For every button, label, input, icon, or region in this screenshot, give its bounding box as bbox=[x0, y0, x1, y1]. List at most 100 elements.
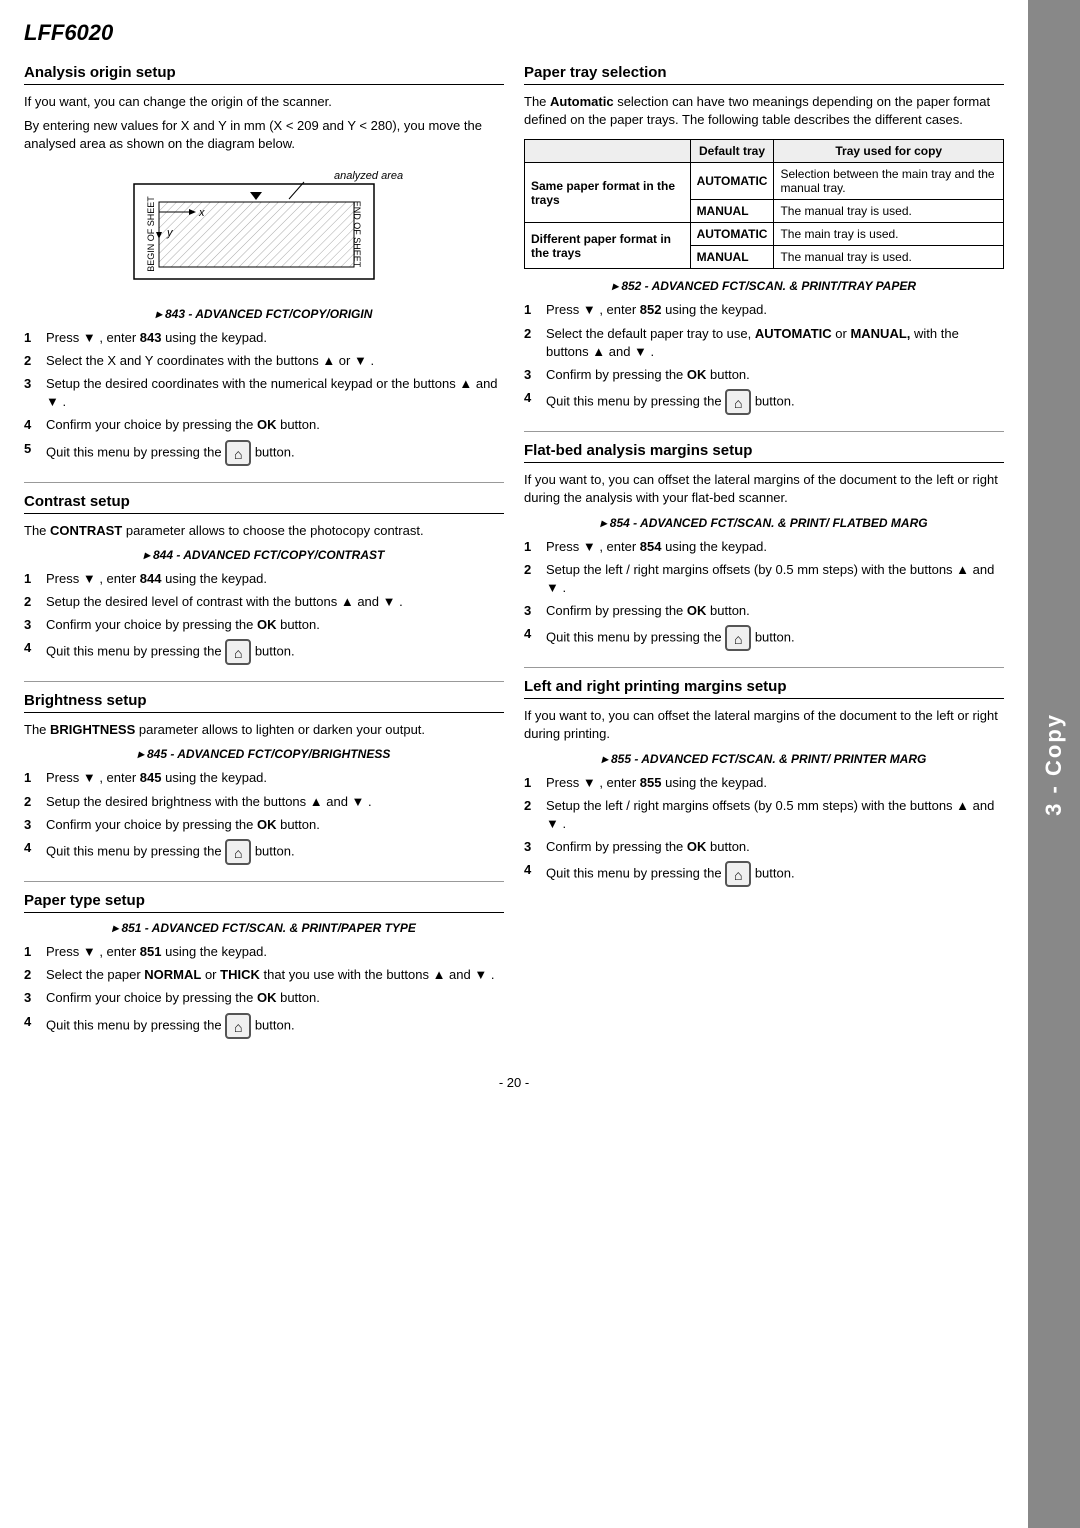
paper-type-title: Paper type setup bbox=[24, 892, 504, 913]
page-number: - 20 - bbox=[24, 1075, 1004, 1090]
step-item: 4 Quit this menu by pressing the ⌂ butto… bbox=[24, 839, 504, 865]
section-paper-type: Paper type setup 851 - ADVANCED FCT/SCAN… bbox=[24, 892, 504, 1039]
table-row: Different paper format in the trays AUTO… bbox=[525, 223, 1004, 246]
divider bbox=[24, 681, 504, 682]
code-ref-852: 852 - ADVANCED FCT/SCAN. & PRINT/TRAY PA… bbox=[524, 279, 1004, 293]
step-item: 2 Setup the desired brightness with the … bbox=[24, 793, 504, 811]
contrast-steps: 1 Press ▼ , enter 844 using the keypad. … bbox=[24, 570, 504, 666]
contrast-intro: The CONTRAST parameter allows to choose … bbox=[24, 522, 504, 540]
paper-type-steps: 1 Press ▼ , enter 851 using the keypad. … bbox=[24, 943, 504, 1039]
left-column: Analysis origin setup If you want, you c… bbox=[24, 64, 504, 1055]
svg-text:BEGIN OF SHEET: BEGIN OF SHEET bbox=[146, 195, 156, 271]
cell-manual1-desc: The manual tray is used. bbox=[774, 200, 1004, 223]
section-paper-tray: Paper tray selection The Automatic selec… bbox=[524, 64, 1004, 415]
left-right-title: Left and right printing margins setup bbox=[524, 678, 1004, 699]
sidebar-label: 3 - Copy bbox=[1041, 713, 1067, 816]
step-item: 4 Quit this menu by pressing the ⌂ butto… bbox=[524, 625, 1004, 651]
code-ref-854: 854 - ADVANCED FCT/SCAN. & PRINT/ FLATBE… bbox=[524, 516, 1004, 530]
step-item: 3 Confirm by pressing the OK button. bbox=[524, 366, 1004, 384]
tray-table: Default tray Tray used for copy Same pap… bbox=[524, 139, 1004, 269]
svg-text:END OF SHEET: END OF SHEET bbox=[352, 200, 362, 267]
step-item: 5 Quit this menu by pressing the ⌂ butto… bbox=[24, 440, 504, 466]
diagram-svg: analyzed area bbox=[104, 164, 424, 294]
analysis-origin-steps: 1 Press ▼ , enter 843 using the keypad. … bbox=[24, 329, 504, 466]
step-item: 1 Press ▼ , enter 854 using the keypad. bbox=[524, 538, 1004, 556]
step-item: 1 Press ▼ , enter 851 using the keypad. bbox=[24, 943, 504, 961]
step-item: 1 Press ▼ , enter 844 using the keypad. bbox=[24, 570, 504, 588]
section-brightness: Brightness setup The BRIGHTNESS paramete… bbox=[24, 692, 504, 865]
divider bbox=[524, 667, 1004, 668]
page-container: 3 - Copy LFF6020 Analysis origin setup I… bbox=[0, 0, 1080, 1528]
cell-auto2-desc: The main tray is used. bbox=[774, 223, 1004, 246]
step-item: 1 Press ▼ , enter 843 using the keypad. bbox=[24, 329, 504, 347]
step-item: 1 Press ▼ , enter 852 using the keypad. bbox=[524, 301, 1004, 319]
table-header-default: Default tray bbox=[690, 140, 774, 163]
cell-auto1: AUTOMATIC bbox=[690, 163, 774, 200]
step-item: 1 Press ▼ , enter 855 using the keypad. bbox=[524, 774, 1004, 792]
code-ref-844: 844 - ADVANCED FCT/COPY/CONTRAST bbox=[24, 548, 504, 562]
analysis-diagram: analyzed area bbox=[24, 164, 504, 297]
step-item: 3 Confirm your choice by pressing the OK… bbox=[24, 989, 504, 1007]
left-right-intro: If you want to, you can offset the later… bbox=[524, 707, 1004, 743]
sidebar-tab: 3 - Copy bbox=[1028, 0, 1080, 1528]
code-ref-851: 851 - ADVANCED FCT/SCAN. & PRINT/PAPER T… bbox=[24, 921, 504, 935]
cell-manual2-desc: The manual tray is used. bbox=[774, 246, 1004, 269]
analysis-origin-intro1: If you want, you can change the origin o… bbox=[24, 93, 504, 111]
divider bbox=[24, 881, 504, 882]
svg-text:analyzed area: analyzed area bbox=[334, 170, 403, 182]
divider bbox=[524, 431, 1004, 432]
page-title: LFF6020 bbox=[24, 20, 1004, 46]
table-row: Same paper format in the trays AUTOMATIC… bbox=[525, 163, 1004, 200]
step-item: 4 Quit this menu by pressing the ⌂ butto… bbox=[524, 389, 1004, 415]
flatbed-title: Flat-bed analysis margins setup bbox=[524, 442, 1004, 463]
step-item: 4 Quit this menu by pressing the ⌂ butto… bbox=[24, 1013, 504, 1039]
analysis-origin-title: Analysis origin setup bbox=[24, 64, 504, 85]
cell-manual1: MANUAL bbox=[690, 200, 774, 223]
section-analysis-origin: Analysis origin setup If you want, you c… bbox=[24, 64, 504, 466]
code-ref-843: 843 - ADVANCED FCT/COPY/ORIGIN bbox=[24, 307, 504, 321]
step-item: 2 Setup the desired level of contrast wi… bbox=[24, 593, 504, 611]
step-item: 2 Select the paper NORMAL or THICK that … bbox=[24, 966, 504, 984]
contrast-title: Contrast setup bbox=[24, 493, 504, 514]
section-contrast: Contrast setup The CONTRAST parameter al… bbox=[24, 493, 504, 666]
brightness-intro: The BRIGHTNESS parameter allows to light… bbox=[24, 721, 504, 739]
brightness-steps: 1 Press ▼ , enter 845 using the keypad. … bbox=[24, 769, 504, 865]
analysis-origin-intro2: By entering new values for X and Y in mm… bbox=[24, 117, 504, 153]
main-content: LFF6020 Analysis origin setup If you wan… bbox=[0, 0, 1028, 1528]
step-item: 1 Press ▼ , enter 845 using the keypad. bbox=[24, 769, 504, 787]
step-item: 2 Select the X and Y coordinates with th… bbox=[24, 352, 504, 370]
section-flatbed: Flat-bed analysis margins setup If you w… bbox=[524, 442, 1004, 651]
section-left-right: Left and right printing margins setup If… bbox=[524, 678, 1004, 887]
step-item: 4 Quit this menu by pressing the ⌂ butto… bbox=[24, 639, 504, 665]
flatbed-intro: If you want to, you can offset the later… bbox=[524, 471, 1004, 507]
table-header-empty bbox=[525, 140, 691, 163]
step-item: 3 Confirm by pressing the OK button. bbox=[524, 602, 1004, 620]
cell-auto1-desc: Selection between the main tray and the … bbox=[774, 163, 1004, 200]
step-item: 3 Confirm by pressing the OK button. bbox=[524, 838, 1004, 856]
cell-manual2: MANUAL bbox=[690, 246, 774, 269]
row-header-same: Same paper format in the trays bbox=[525, 163, 691, 223]
step-item: 3 Confirm your choice by pressing the OK… bbox=[24, 816, 504, 834]
step-item: 2 Select the default paper tray to use, … bbox=[524, 325, 1004, 361]
table-header-used: Tray used for copy bbox=[774, 140, 1004, 163]
paper-tray-intro: The Automatic selection can have two mea… bbox=[524, 93, 1004, 129]
step-item: 3 Confirm your choice by pressing the OK… bbox=[24, 616, 504, 634]
svg-text:x: x bbox=[198, 207, 205, 219]
paper-tray-steps: 1 Press ▼ , enter 852 using the keypad. … bbox=[524, 301, 1004, 415]
step-item: 2 Setup the left / right margins offsets… bbox=[524, 797, 1004, 833]
row-header-diff: Different paper format in the trays bbox=[525, 223, 691, 269]
step-item: 4 Quit this menu by pressing the ⌂ butto… bbox=[524, 861, 1004, 887]
step-item: 4 Confirm your choice by pressing the OK… bbox=[24, 416, 504, 434]
two-column-layout: Analysis origin setup If you want, you c… bbox=[24, 64, 1004, 1055]
cell-auto2: AUTOMATIC bbox=[690, 223, 774, 246]
code-ref-855: 855 - ADVANCED FCT/SCAN. & PRINT/ PRINTE… bbox=[524, 752, 1004, 766]
step-item: 3 Setup the desired coordinates with the… bbox=[24, 375, 504, 411]
right-column: Paper tray selection The Automatic selec… bbox=[524, 64, 1004, 1055]
step-item: 2 Setup the left / right margins offsets… bbox=[524, 561, 1004, 597]
brightness-title: Brightness setup bbox=[24, 692, 504, 713]
left-right-steps: 1 Press ▼ , enter 855 using the keypad. … bbox=[524, 774, 1004, 888]
code-ref-845: 845 - ADVANCED FCT/COPY/BRIGHTNESS bbox=[24, 747, 504, 761]
divider bbox=[24, 482, 504, 483]
flatbed-steps: 1 Press ▼ , enter 854 using the keypad. … bbox=[524, 538, 1004, 652]
paper-tray-title: Paper tray selection bbox=[524, 64, 1004, 85]
